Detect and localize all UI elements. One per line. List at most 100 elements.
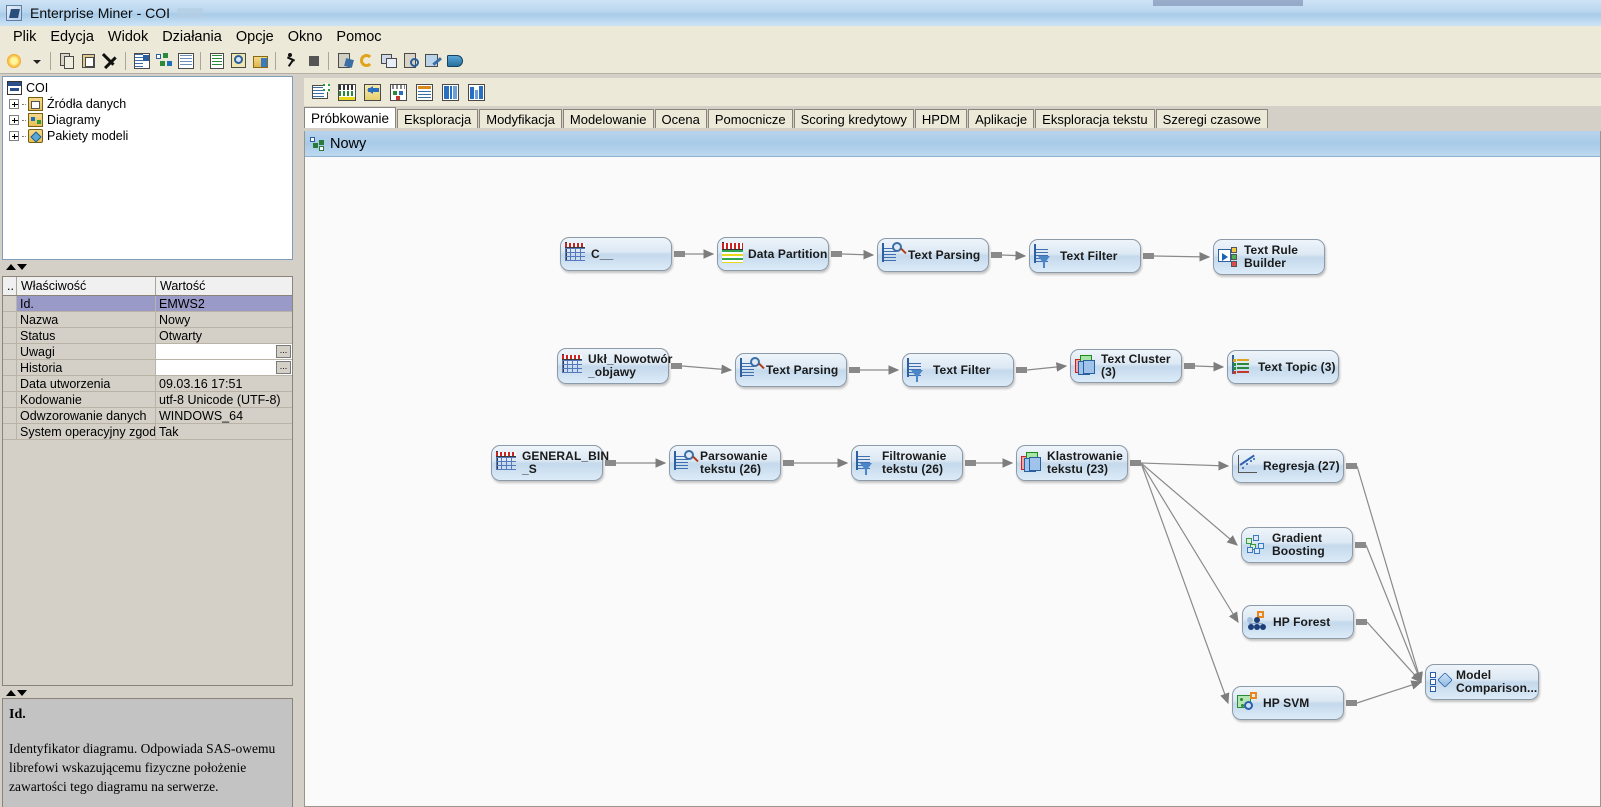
property-row[interactable]: Id. EMWS2 bbox=[3, 296, 292, 312]
collapse-up-icon[interactable] bbox=[6, 690, 16, 696]
tab-szeregi-czasowe[interactable]: Szeregi czasowe bbox=[1155, 109, 1268, 128]
diagram-link[interactable] bbox=[1140, 460, 1230, 471]
menu-item-okno[interactable]: Okno bbox=[281, 28, 330, 46]
sidebar-item-model-packages[interactable]: Pakiety modeli bbox=[3, 128, 292, 144]
menu-item-widok[interactable]: Widok bbox=[101, 28, 155, 46]
property-row[interactable]: System operacyjny zgod Tak bbox=[3, 424, 292, 440]
notes-icon[interactable] bbox=[207, 51, 227, 71]
diagram-link[interactable] bbox=[841, 249, 875, 260]
property-ellipsis-button[interactable]: ... bbox=[276, 361, 291, 374]
refresh-icon[interactable] bbox=[357, 51, 377, 71]
collapse-down-icon[interactable] bbox=[17, 690, 27, 696]
collapse-up-icon[interactable] bbox=[6, 264, 16, 270]
diagram-node[interactable]: Text Filter bbox=[1029, 239, 1141, 273]
property-row[interactable]: Kodowanie utf-8 Unicode (UTF-8) bbox=[3, 392, 292, 408]
diagram-link[interactable] bbox=[1001, 250, 1027, 261]
property-row[interactable]: Data utworzenia 09.03.16 17:51 bbox=[3, 376, 292, 392]
windows-icon[interactable] bbox=[379, 51, 399, 71]
diagram-link[interactable] bbox=[1366, 621, 1422, 683]
partition-icon[interactable] bbox=[440, 82, 462, 103]
new-project-icon[interactable] bbox=[4, 51, 24, 71]
menu-item-pomoc[interactable]: Pomoc bbox=[329, 28, 388, 46]
diagram-node[interactable]: Klastrowanie tekstu (23) bbox=[1016, 445, 1128, 481]
file-import-icon[interactable] bbox=[414, 82, 436, 103]
tab-eksploracja-tekstu[interactable]: Eksploracja tekstu bbox=[1035, 109, 1155, 128]
merge-icon[interactable] bbox=[388, 82, 410, 103]
property-value-input[interactable]: ... bbox=[156, 360, 292, 375]
tab-ocena[interactable]: Ocena bbox=[654, 109, 707, 128]
diagram-node[interactable]: Text Parsing bbox=[735, 353, 847, 387]
tab-modelowanie[interactable]: Modelowanie bbox=[562, 109, 654, 128]
diagram-node[interactable]: Text Parsing bbox=[877, 238, 989, 272]
diagram-node[interactable]: Regresja (27) bbox=[1232, 449, 1344, 483]
diagram-node[interactable]: Ukł_Nowotwór _objawy bbox=[557, 348, 672, 384]
stop-icon[interactable] bbox=[304, 51, 324, 71]
property-row[interactable]: Status Otwarty bbox=[3, 328, 292, 344]
explore-icon[interactable] bbox=[401, 51, 421, 71]
copy-icon[interactable] bbox=[57, 51, 77, 71]
diagram-node[interactable]: Text Rule Builder bbox=[1213, 239, 1325, 275]
menu-item-opcje[interactable]: Opcje bbox=[229, 28, 281, 46]
tab-pomocnicze[interactable]: Pomocnicze bbox=[707, 109, 793, 128]
dropdown-arrow-icon[interactable] bbox=[26, 51, 46, 71]
expand-icon[interactable] bbox=[9, 131, 19, 141]
diagram-node[interactable]: HP SVM bbox=[1232, 686, 1344, 720]
menu-item-działania[interactable]: Działania bbox=[155, 28, 229, 46]
tab-hpdm[interactable]: HPDM bbox=[914, 109, 968, 128]
results-icon[interactable] bbox=[335, 51, 355, 71]
expand-icon[interactable] bbox=[9, 115, 19, 125]
diagram-node[interactable]: C__ bbox=[560, 237, 672, 271]
diagram-icon[interactable] bbox=[154, 51, 174, 71]
diagram-link[interactable] bbox=[1153, 252, 1211, 262]
diagram-link[interactable] bbox=[1365, 544, 1422, 684]
append-icon[interactable] bbox=[362, 82, 384, 103]
run-icon[interactable] bbox=[282, 51, 302, 71]
diagram-node[interactable]: Filtrowanie tekstu (26) bbox=[851, 445, 963, 481]
diagram-node[interactable]: Parsowanie tekstu (26) bbox=[669, 445, 781, 481]
sidebar-item-diagrams[interactable]: Diagramy bbox=[3, 112, 292, 128]
project-tree[interactable]: COI Źródła danych Diagramy Pakiety model… bbox=[2, 76, 293, 260]
diagram-node[interactable]: Text Cluster (3) bbox=[1070, 349, 1182, 383]
tab-próbkowanie[interactable]: Próbkowanie bbox=[304, 107, 397, 128]
diagram-canvas[interactable]: C__ Data Partition Text Parsing Text Filter… bbox=[305, 157, 1600, 806]
properties-splitter[interactable] bbox=[2, 688, 293, 698]
expand-icon[interactable] bbox=[9, 99, 19, 109]
diagram-node[interactable]: Data Partition bbox=[717, 237, 829, 271]
help-book-icon[interactable] bbox=[445, 51, 465, 71]
menu-item-edycja[interactable]: Edycja bbox=[43, 28, 101, 46]
property-row[interactable]: Historia... bbox=[3, 360, 292, 376]
diagram-link[interactable] bbox=[1194, 361, 1225, 372]
edit-variables-icon[interactable] bbox=[423, 51, 443, 71]
sidebar-item-data-sources[interactable]: Źródła danych bbox=[3, 96, 292, 112]
tree-node-root[interactable]: COI bbox=[3, 80, 292, 96]
property-ellipsis-button[interactable]: ... bbox=[276, 345, 291, 358]
data-source-icon[interactable] bbox=[132, 51, 152, 71]
tab-eksploracja[interactable]: Eksploracja bbox=[397, 109, 479, 128]
property-row[interactable]: Uwagi... bbox=[3, 344, 292, 360]
tab-aplikacje[interactable]: Aplikacje bbox=[968, 109, 1035, 128]
diagram-node[interactable]: HP Forest bbox=[1242, 605, 1354, 639]
open-folder-icon[interactable] bbox=[251, 51, 271, 71]
diagram-node[interactable]: GENERAL_BIN _S bbox=[491, 445, 609, 481]
tree-splitter[interactable] bbox=[2, 262, 293, 272]
diagram-link[interactable] bbox=[1026, 362, 1068, 372]
diagram-link[interactable] bbox=[681, 364, 733, 375]
model-package-icon[interactable] bbox=[176, 51, 196, 71]
menu-item-plik[interactable]: Plik bbox=[6, 28, 43, 46]
diagram-link[interactable] bbox=[1356, 680, 1423, 704]
paste-icon[interactable] bbox=[79, 51, 99, 71]
sample-data-icon[interactable] bbox=[336, 82, 358, 103]
property-value-input[interactable]: ... bbox=[156, 344, 292, 359]
tab-modyfikacja[interactable]: Modyfikacja bbox=[479, 109, 562, 128]
collapse-down-icon[interactable] bbox=[17, 264, 27, 270]
tab-scoring-kredytowy[interactable]: Scoring kredytowy bbox=[793, 109, 914, 128]
preview-icon[interactable] bbox=[229, 51, 249, 71]
delete-icon[interactable] bbox=[101, 51, 121, 71]
time-series-icon[interactable] bbox=[466, 82, 488, 103]
diagram-node[interactable]: Text Topic (3) bbox=[1227, 350, 1339, 384]
property-row[interactable]: Odwzorowanie danych WINDOWS_64 bbox=[3, 408, 292, 424]
property-row[interactable]: Nazwa Nowy bbox=[3, 312, 292, 328]
diagram-node[interactable]: Gradient Boosting bbox=[1241, 527, 1353, 563]
diagram-node[interactable]: Model Comparison... bbox=[1425, 664, 1539, 700]
create-data-source-icon[interactable] bbox=[310, 82, 332, 103]
